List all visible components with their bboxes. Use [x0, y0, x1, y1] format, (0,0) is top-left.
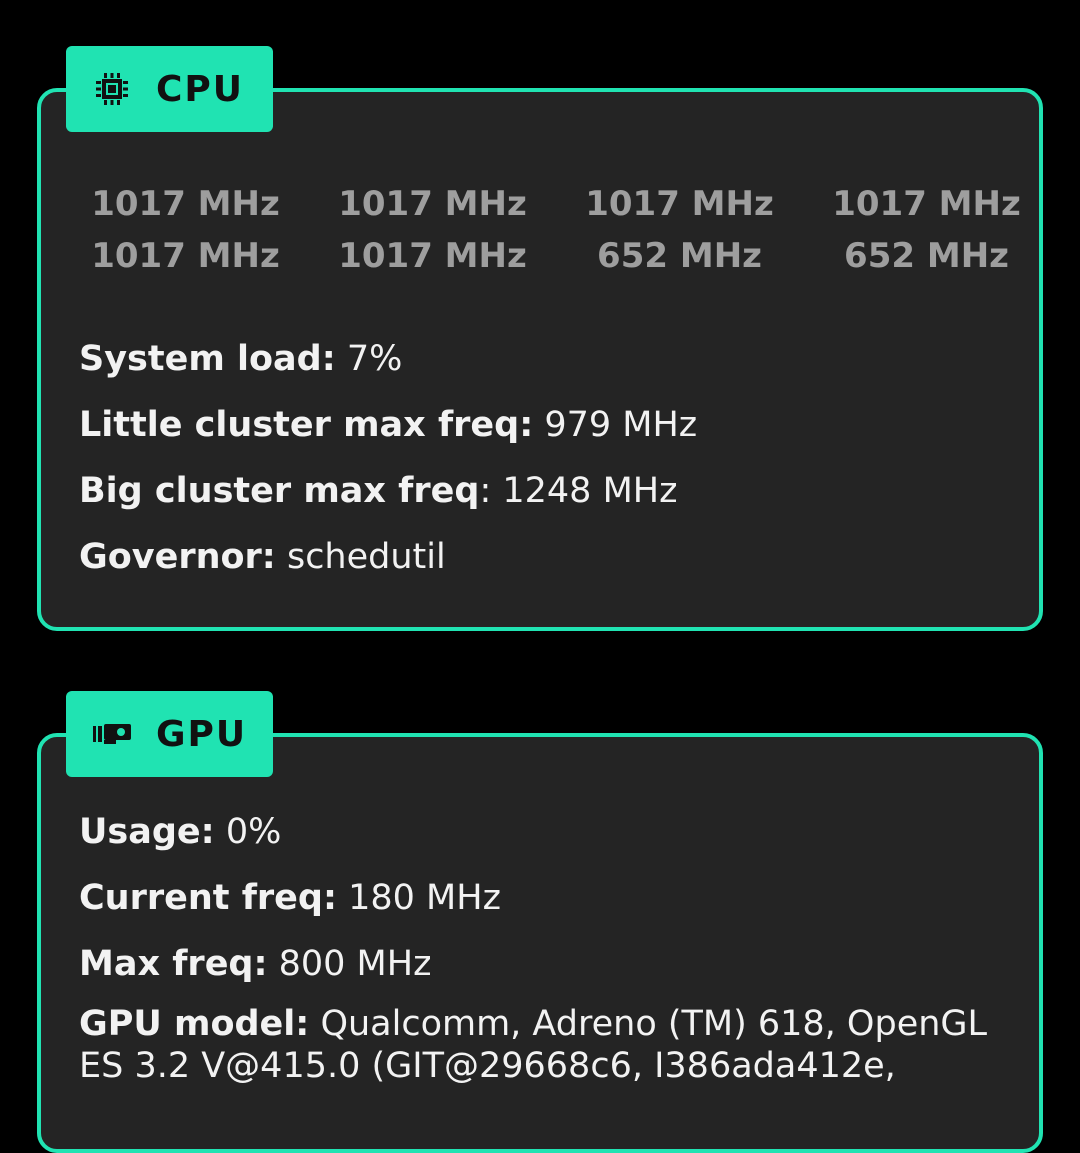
gpu-max-freq-value: 800 MHz — [278, 944, 432, 984]
cpu-header-tab: CPU — [66, 46, 273, 132]
gpu-current-freq-row: Current freq: 180 MHz — [79, 877, 501, 919]
system-load-row: System load: 7% — [79, 338, 402, 380]
governor-label: Governor: — [79, 537, 276, 577]
core-freq: 1017 MHz — [91, 236, 280, 276]
gpu-usage-row: Usage: 0% — [79, 811, 281, 853]
gpu-usage-value: 0% — [225, 812, 282, 852]
gpu-model-row: GPU model: Qualcomm, Adreno (TM) 618, Op… — [79, 1003, 1019, 1087]
core-freq: 1017 MHz — [338, 236, 527, 276]
core-freq: 1017 MHz — [338, 184, 527, 224]
little-cluster-row: Little cluster max freq: 979 MHz — [79, 404, 697, 446]
big-cluster-row: Big cluster max freq: 1248 MHz — [79, 470, 677, 512]
graphics-card-icon — [92, 714, 132, 754]
little-cluster-value: 979 MHz — [544, 405, 698, 445]
cpu-core-frequencies: 1017 MHz 1017 MHz 1017 MHz 1017 MHz 1017… — [62, 183, 1038, 277]
core-freq: 652 MHz — [844, 236, 1009, 276]
system-load-value: 7% — [346, 339, 403, 379]
gpu-model-label: GPU model: — [79, 1004, 310, 1044]
gpu-header-tab: GPU — [66, 691, 273, 777]
core-freq: 1017 MHz — [585, 184, 774, 224]
big-cluster-label: Big cluster max freq — [79, 471, 480, 511]
gpu-max-freq-label: Max freq: — [79, 944, 268, 984]
core-freq: 1017 MHz — [832, 184, 1021, 224]
gpu-current-freq-value: 180 MHz — [348, 878, 501, 918]
cpu-title: CPU — [156, 68, 245, 110]
gpu-usage-label: Usage: — [79, 812, 215, 852]
core-freq: 652 MHz — [597, 236, 762, 276]
little-cluster-label: Little cluster max freq: — [79, 405, 534, 445]
governor-value: schedutil — [286, 537, 446, 577]
cpu-chip-icon — [92, 69, 132, 109]
core-freq: 1017 MHz — [91, 184, 280, 224]
gpu-current-freq-label: Current freq: — [79, 878, 337, 918]
big-cluster-value: : 1248 MHz — [479, 471, 678, 511]
system-load-label: System load: — [79, 339, 336, 379]
gpu-title: GPU — [156, 713, 248, 755]
gpu-max-freq-row: Max freq: 800 MHz — [79, 943, 431, 985]
governor-row: Governor: schedutil — [79, 536, 446, 578]
